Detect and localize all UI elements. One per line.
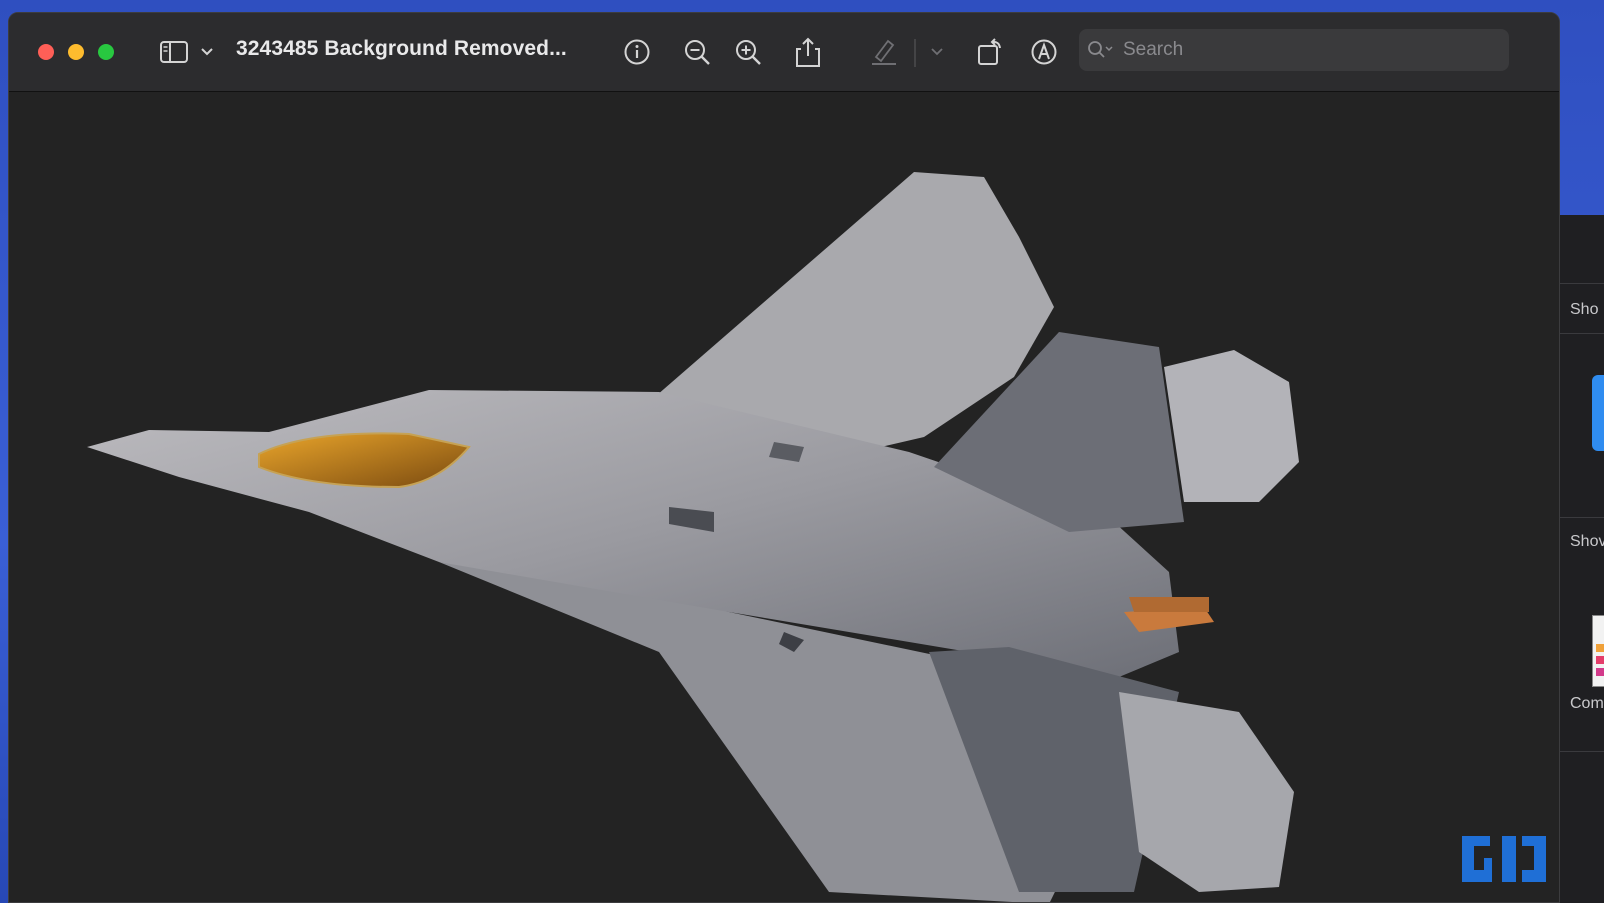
divider bbox=[1556, 517, 1604, 518]
divider bbox=[1556, 333, 1604, 334]
search-field[interactable] bbox=[1079, 29, 1509, 71]
minimize-button[interactable] bbox=[68, 44, 84, 60]
zoom-in-icon[interactable] bbox=[733, 35, 763, 69]
info-icon[interactable] bbox=[622, 35, 652, 69]
preview-window: 3243485 Background Removed... bbox=[8, 12, 1560, 903]
markup-icon[interactable] bbox=[1029, 35, 1059, 69]
background-label: Shov bbox=[1570, 533, 1604, 550]
share-icon[interactable] bbox=[793, 35, 823, 69]
divider bbox=[1556, 283, 1604, 284]
sidebar-icon[interactable] bbox=[157, 35, 191, 69]
close-button[interactable] bbox=[38, 44, 54, 60]
zoom-button[interactable] bbox=[98, 44, 114, 60]
divider bbox=[1556, 751, 1604, 752]
background-window: Sho Shov Com bbox=[1555, 215, 1604, 903]
highlighter-icon[interactable] bbox=[869, 35, 899, 69]
background-label: Com bbox=[1570, 695, 1604, 712]
toolbar-divider bbox=[914, 39, 916, 67]
chevron-down-icon[interactable] bbox=[199, 35, 215, 69]
chevron-down-icon[interactable] bbox=[929, 35, 945, 69]
search-icon bbox=[1087, 40, 1115, 60]
background-blue-control[interactable] bbox=[1592, 375, 1604, 451]
window-title: 3243485 Background Removed... bbox=[236, 37, 567, 60]
logo-watermark bbox=[1462, 836, 1546, 882]
fighter-jet-image bbox=[87, 172, 1299, 902]
rotate-icon[interactable] bbox=[975, 35, 1005, 69]
background-label: Sho bbox=[1570, 301, 1599, 318]
search-input[interactable] bbox=[1121, 38, 1485, 62]
document-canvas[interactable] bbox=[9, 92, 1559, 902]
toolbar: 3243485 Background Removed... bbox=[9, 13, 1559, 92]
background-thumbnail[interactable] bbox=[1592, 615, 1604, 687]
zoom-out-icon[interactable] bbox=[682, 35, 712, 69]
